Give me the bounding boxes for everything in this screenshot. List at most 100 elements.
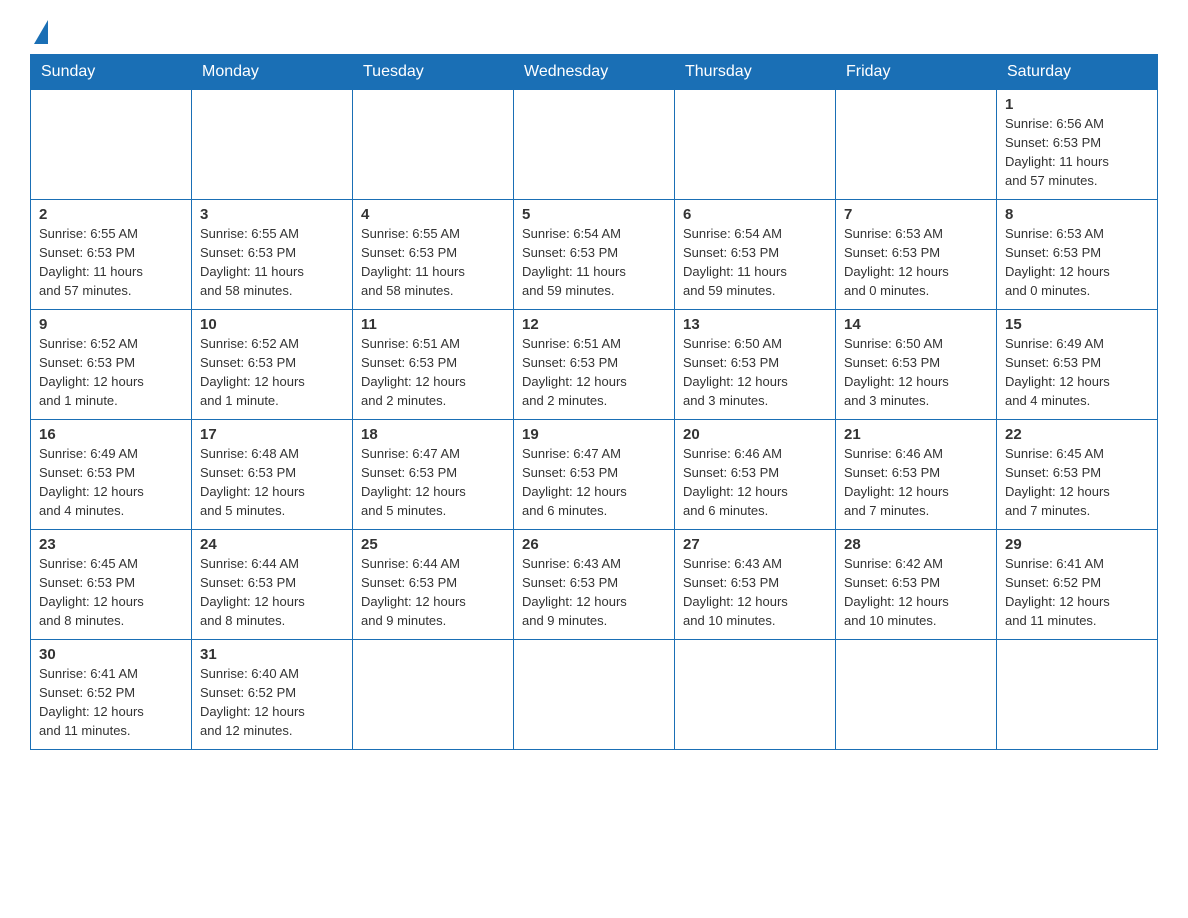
day-number: 17: [200, 426, 344, 443]
day-info: Sunrise: 6:50 AM Sunset: 6:53 PM Dayligh…: [844, 335, 988, 410]
day-number: 8: [1005, 206, 1149, 223]
calendar-cell: 15Sunrise: 6:49 AM Sunset: 6:53 PM Dayli…: [997, 310, 1158, 420]
day-number: 9: [39, 316, 183, 333]
day-of-week-wednesday: Wednesday: [514, 55, 675, 90]
day-number: 16: [39, 426, 183, 443]
day-info: Sunrise: 6:44 AM Sunset: 6:53 PM Dayligh…: [361, 555, 505, 630]
day-number: 31: [200, 646, 344, 663]
logo: [30, 20, 48, 44]
day-number: 29: [1005, 536, 1149, 553]
day-number: 1: [1005, 96, 1149, 113]
calendar-cell: 21 Sunrise: 6:46 AM Sunset: 6:53 PM Dayli…: [836, 420, 997, 530]
calendar-cell: [514, 640, 675, 750]
day-number: 12: [522, 316, 666, 333]
calendar-cell: 13 Sunrise: 6:50 AM Sunset: 6:53 PM Dayli…: [675, 310, 836, 420]
calendar-cell: [192, 90, 353, 200]
day-of-week-thursday: Thursday: [675, 55, 836, 90]
calendar-week-row: 16 Sunrise: 6:49 AM Sunset: 6:53 PM Dayli…: [31, 420, 1158, 530]
day-info: Sunrise: 6:48 AM Sunset: 6:53 PM Dayligh…: [200, 445, 344, 520]
calendar-cell: 1 Sunrise: 6:56 AM Sunset: 6:53 PM Daylig…: [997, 90, 1158, 200]
calendar-week-row: 9 Sunrise: 6:52 AM Sunset: 6:53 PM Daylig…: [31, 310, 1158, 420]
day-number: 24: [200, 536, 344, 553]
calendar-cell: 2Sunrise: 6:55 AM Sunset: 6:53 PM Daylig…: [31, 200, 192, 310]
header: [30, 20, 1158, 44]
day-info: Sunrise: 6:50 AM Sunset: 6:53 PM Dayligh…: [683, 335, 827, 410]
day-info: Sunrise: 6:52 AM Sunset: 6:53 PM Dayligh…: [200, 335, 344, 410]
day-of-week-saturday: Saturday: [997, 55, 1158, 90]
day-number: 28: [844, 536, 988, 553]
day-info: Sunrise: 6:46 AM Sunset: 6:53 PM Dayligh…: [683, 445, 827, 520]
calendar-cell: 28 Sunrise: 6:42 AM Sunset: 6:53 PM Dayli…: [836, 530, 997, 640]
day-of-week-monday: Monday: [192, 55, 353, 90]
calendar-cell: 16 Sunrise: 6:49 AM Sunset: 6:53 PM Dayli…: [31, 420, 192, 530]
day-info: Sunrise: 6:41 AM Sunset: 6:52 PM Dayligh…: [1005, 555, 1149, 630]
day-info: Sunrise: 6:46 AM Sunset: 6:53 PM Dayligh…: [844, 445, 988, 520]
calendar-cell: 22 Sunrise: 6:45 AM Sunset: 6:53 PM Dayli…: [997, 420, 1158, 530]
day-number: 23: [39, 536, 183, 553]
day-number: 22: [1005, 426, 1149, 443]
day-info: Sunrise: 6:49 AM Sunset: 6:53 PM Dayligh…: [39, 445, 183, 520]
day-number: 3: [200, 206, 344, 223]
day-info: Sunrise: 6:52 AM Sunset: 6:53 PM Dayligh…: [39, 335, 183, 410]
calendar-week-row: 2Sunrise: 6:55 AM Sunset: 6:53 PM Daylig…: [31, 200, 1158, 310]
day-of-week-friday: Friday: [836, 55, 997, 90]
calendar-cell: [353, 640, 514, 750]
day-info: Sunrise: 6:55 AM Sunset: 6:53 PM Dayligh…: [361, 225, 505, 300]
calendar-cell: [997, 640, 1158, 750]
day-number: 25: [361, 536, 505, 553]
calendar-cell: 3 Sunrise: 6:55 AM Sunset: 6:53 PM Daylig…: [192, 200, 353, 310]
calendar-table: SundayMondayTuesdayWednesdayThursdayFrid…: [30, 54, 1158, 750]
calendar-week-row: 1 Sunrise: 6:56 AM Sunset: 6:53 PM Daylig…: [31, 90, 1158, 200]
calendar-cell: 23 Sunrise: 6:45 AM Sunset: 6:53 PM Dayli…: [31, 530, 192, 640]
day-number: 15: [1005, 316, 1149, 333]
day-info: Sunrise: 6:55 AM Sunset: 6:53 PM Dayligh…: [39, 225, 183, 300]
day-number: 14: [844, 316, 988, 333]
day-number: 4: [361, 206, 505, 223]
calendar-cell: 17 Sunrise: 6:48 AM Sunset: 6:53 PM Dayli…: [192, 420, 353, 530]
calendar-cell: [675, 90, 836, 200]
calendar-week-row: 30Sunrise: 6:41 AM Sunset: 6:52 PM Dayli…: [31, 640, 1158, 750]
day-info: Sunrise: 6:45 AM Sunset: 6:53 PM Dayligh…: [1005, 445, 1149, 520]
day-info: Sunrise: 6:40 AM Sunset: 6:52 PM Dayligh…: [200, 665, 344, 740]
day-number: 19: [522, 426, 666, 443]
day-number: 10: [200, 316, 344, 333]
calendar-cell: 14 Sunrise: 6:50 AM Sunset: 6:53 PM Dayli…: [836, 310, 997, 420]
calendar-cell: 31 Sunrise: 6:40 AM Sunset: 6:52 PM Dayli…: [192, 640, 353, 750]
day-of-week-sunday: Sunday: [31, 55, 192, 90]
day-info: Sunrise: 6:41 AM Sunset: 6:52 PM Dayligh…: [39, 665, 183, 740]
calendar-week-row: 23 Sunrise: 6:45 AM Sunset: 6:53 PM Dayli…: [31, 530, 1158, 640]
day-info: Sunrise: 6:51 AM Sunset: 6:53 PM Dayligh…: [361, 335, 505, 410]
calendar-cell: [836, 640, 997, 750]
calendar-header-row: SundayMondayTuesdayWednesdayThursdayFrid…: [31, 55, 1158, 90]
day-info: Sunrise: 6:42 AM Sunset: 6:53 PM Dayligh…: [844, 555, 988, 630]
calendar-cell: 12 Sunrise: 6:51 AM Sunset: 6:53 PM Dayli…: [514, 310, 675, 420]
calendar-cell: 30Sunrise: 6:41 AM Sunset: 6:52 PM Dayli…: [31, 640, 192, 750]
calendar-cell: 10 Sunrise: 6:52 AM Sunset: 6:53 PM Dayli…: [192, 310, 353, 420]
day-info: Sunrise: 6:47 AM Sunset: 6:53 PM Dayligh…: [522, 445, 666, 520]
calendar-cell: 27Sunrise: 6:43 AM Sunset: 6:53 PM Dayli…: [675, 530, 836, 640]
day-info: Sunrise: 6:54 AM Sunset: 6:53 PM Dayligh…: [683, 225, 827, 300]
day-info: Sunrise: 6:44 AM Sunset: 6:53 PM Dayligh…: [200, 555, 344, 630]
day-number: 20: [683, 426, 827, 443]
day-info: Sunrise: 6:51 AM Sunset: 6:53 PM Dayligh…: [522, 335, 666, 410]
calendar-cell: 18Sunrise: 6:47 AM Sunset: 6:53 PM Dayli…: [353, 420, 514, 530]
day-number: 13: [683, 316, 827, 333]
calendar-cell: 8 Sunrise: 6:53 AM Sunset: 6:53 PM Daylig…: [997, 200, 1158, 310]
calendar-cell: 9 Sunrise: 6:52 AM Sunset: 6:53 PM Daylig…: [31, 310, 192, 420]
day-info: Sunrise: 6:56 AM Sunset: 6:53 PM Dayligh…: [1005, 115, 1149, 190]
calendar-cell: 5Sunrise: 6:54 AM Sunset: 6:53 PM Daylig…: [514, 200, 675, 310]
calendar-cell: 4 Sunrise: 6:55 AM Sunset: 6:53 PM Daylig…: [353, 200, 514, 310]
day-info: Sunrise: 6:53 AM Sunset: 6:53 PM Dayligh…: [1005, 225, 1149, 300]
day-info: Sunrise: 6:45 AM Sunset: 6:53 PM Dayligh…: [39, 555, 183, 630]
calendar-cell: 24 Sunrise: 6:44 AM Sunset: 6:53 PM Dayli…: [192, 530, 353, 640]
day-number: 6: [683, 206, 827, 223]
day-info: Sunrise: 6:55 AM Sunset: 6:53 PM Dayligh…: [200, 225, 344, 300]
calendar-cell: [31, 90, 192, 200]
calendar-cell: 26Sunrise: 6:43 AM Sunset: 6:53 PM Dayli…: [514, 530, 675, 640]
day-info: Sunrise: 6:53 AM Sunset: 6:53 PM Dayligh…: [844, 225, 988, 300]
calendar-cell: [675, 640, 836, 750]
day-number: 21: [844, 426, 988, 443]
calendar-cell: 20 Sunrise: 6:46 AM Sunset: 6:53 PM Dayli…: [675, 420, 836, 530]
calendar-cell: [514, 90, 675, 200]
day-info: Sunrise: 6:43 AM Sunset: 6:53 PM Dayligh…: [522, 555, 666, 630]
